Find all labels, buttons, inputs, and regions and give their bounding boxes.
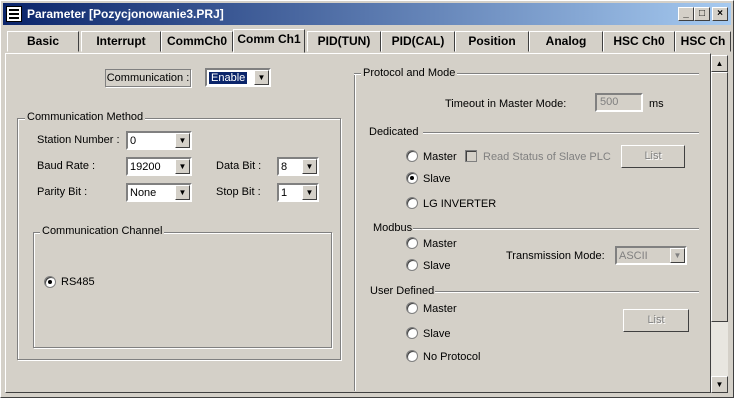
user-master-label[interactable]: Master [423, 303, 457, 315]
data-bit-value: 8 [281, 161, 288, 173]
title-bar[interactable]: Parameter [Pozycjonowanie3.PRJ] _ □ × [3, 3, 731, 25]
station-number-value: 0 [130, 135, 137, 147]
timeout-label: Timeout in Master Mode: [445, 98, 567, 110]
dedicated-title: Dedicated [367, 126, 421, 138]
user-slave-radio[interactable] [406, 327, 418, 339]
scroll-thumb[interactable] [711, 72, 728, 322]
parity-bit-value: None [130, 187, 157, 199]
modbus-slave-radio[interactable] [406, 259, 418, 271]
user-list-button[interactable]: List [623, 309, 689, 332]
dedicated-slave-radio[interactable] [406, 172, 418, 184]
baud-rate-value: 19200 [130, 161, 161, 173]
vertical-scrollbar[interactable]: ▲ ▼ [711, 55, 728, 393]
chevron-down-icon[interactable]: ▼ [175, 159, 190, 174]
tab-hsc-ch1[interactable]: HSC Ch [675, 31, 731, 52]
station-number-label: Station Number : [37, 134, 120, 146]
data-bit-select[interactable]: 8 ▼ [277, 157, 319, 176]
tab-commch0[interactable]: CommCh0 [161, 31, 233, 52]
transmission-mode-value: ASCII [619, 250, 648, 262]
communication-label: Communication : [105, 69, 191, 87]
dedicated-slave-label[interactable]: Slave [423, 173, 451, 185]
protocol-divider [354, 73, 356, 391]
tab-basic[interactable]: Basic [7, 31, 79, 52]
rs485-label[interactable]: RS485 [61, 276, 95, 288]
modbus-master-radio[interactable] [406, 237, 418, 249]
no-protocol-label[interactable]: No Protocol [423, 351, 480, 363]
transmission-mode-select[interactable]: ASCII ▼ [615, 246, 687, 265]
data-bit-label: Data Bit : [216, 160, 262, 172]
protocol-mode-title: Protocol and Mode [361, 67, 458, 79]
modbus-master-label[interactable]: Master [423, 238, 457, 250]
scroll-down-icon[interactable]: ▼ [711, 376, 728, 393]
modbus-title: Modbus [371, 222, 415, 234]
communication-method-title: Communication Method [25, 111, 146, 123]
parameter-window: Parameter [Pozycjonowanie3.PRJ] _ □ × Ba… [0, 0, 734, 398]
user-defined-title: User Defined [368, 285, 437, 297]
chevron-down-icon[interactable]: ▼ [254, 70, 269, 85]
timeout-unit: ms [649, 98, 664, 110]
dedicated-master-label[interactable]: Master [423, 151, 457, 163]
dedicated-line [423, 132, 699, 134]
close-button[interactable]: × [712, 7, 728, 21]
modbus-slave-label[interactable]: Slave [423, 260, 451, 272]
tab-interrupt[interactable]: Interrupt [81, 31, 161, 52]
stop-bit-label: Stop Bit : [216, 186, 261, 198]
tab-analog[interactable]: Analog [529, 31, 603, 52]
dedicated-list-button[interactable]: List [621, 145, 685, 168]
transmission-mode-label: Transmission Mode: [506, 250, 605, 262]
chevron-down-icon[interactable]: ▼ [175, 185, 190, 200]
chevron-down-icon[interactable]: ▼ [302, 159, 317, 174]
communication-value: Enable [209, 72, 248, 84]
user-defined-line [435, 291, 699, 293]
parity-bit-select[interactable]: None ▼ [126, 183, 192, 202]
baud-rate-select[interactable]: 19200 ▼ [126, 157, 192, 176]
communication-select[interactable]: Enable ▼ [205, 68, 271, 87]
stop-bit-select[interactable]: 1 ▼ [277, 183, 319, 202]
user-slave-label[interactable]: Slave [423, 328, 451, 340]
scroll-up-icon[interactable]: ▲ [711, 55, 728, 72]
app-icon [6, 6, 22, 22]
stop-bit-value: 1 [281, 187, 288, 199]
lg-inverter-label[interactable]: LG INVERTER [423, 198, 496, 210]
baud-rate-label: Baud Rate : [37, 160, 96, 172]
timeout-input[interactable]: 500 [595, 93, 643, 112]
tab-hsc-ch0[interactable]: HSC Ch0 [603, 31, 675, 52]
tab-pid-tun[interactable]: PID(TUN) [307, 31, 381, 52]
tab-position[interactable]: Position [455, 31, 529, 52]
communication-channel-group [33, 232, 332, 348]
dedicated-master-radio[interactable] [406, 150, 418, 162]
tab-strip: Basic Interrupt CommCh0 Comm Ch1 PID(TUN… [5, 29, 731, 53]
window-title: Parameter [Pozycjonowanie3.PRJ] [27, 7, 224, 21]
rs485-radio[interactable] [44, 276, 56, 288]
read-status-checkbox[interactable] [465, 150, 477, 162]
chevron-down-icon[interactable]: ▼ [670, 248, 685, 263]
user-master-radio[interactable] [406, 302, 418, 314]
station-number-select[interactable]: 0 ▼ [126, 131, 192, 150]
minimize-button[interactable]: _ [678, 7, 694, 21]
maximize-button[interactable]: □ [694, 7, 710, 21]
communication-channel-title: Communication Channel [40, 225, 165, 237]
no-protocol-radio[interactable] [406, 350, 418, 362]
tab-commch1[interactable]: Comm Ch1 [233, 29, 305, 53]
chevron-down-icon[interactable]: ▼ [175, 133, 190, 148]
chevron-down-icon[interactable]: ▼ [302, 185, 317, 200]
lg-inverter-radio[interactable] [406, 197, 418, 209]
parity-bit-label: Parity Bit : [37, 186, 88, 198]
tab-pid-cal[interactable]: PID(CAL) [381, 31, 455, 52]
read-status-label[interactable]: Read Status of Slave PLC [483, 151, 611, 163]
modbus-line [413, 228, 699, 230]
